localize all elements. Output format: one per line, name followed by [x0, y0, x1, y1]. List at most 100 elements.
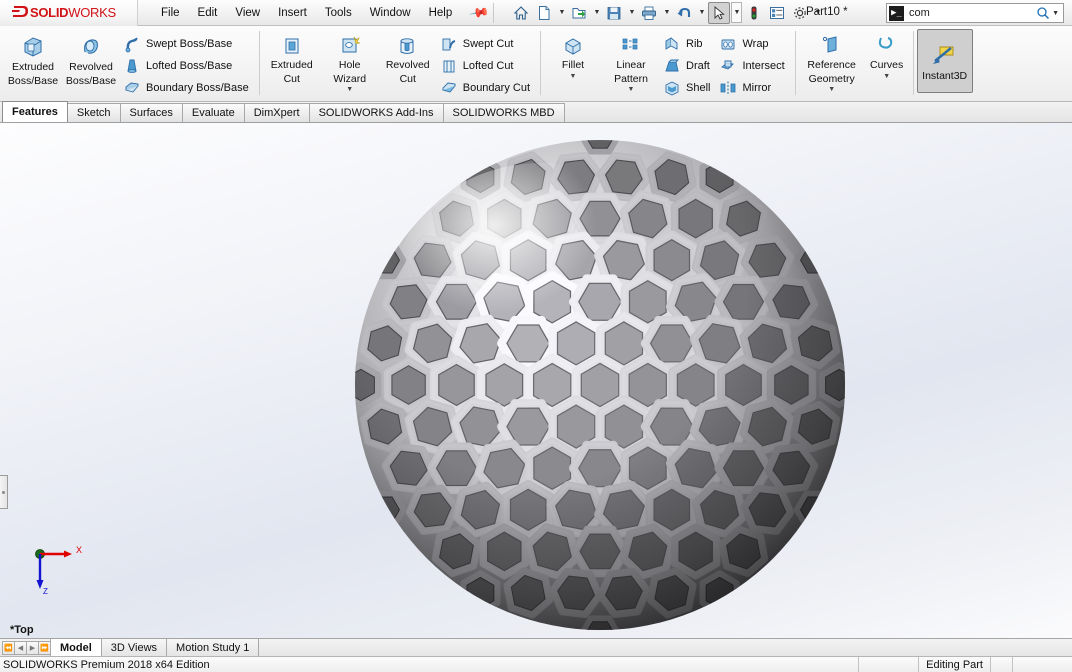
status-blank-2 [990, 656, 1012, 672]
rib-icon [665, 37, 678, 50]
shell-icon [665, 81, 679, 96]
menu-window[interactable]: Window [361, 3, 420, 23]
save-icon[interactable] [603, 2, 625, 24]
tab-evaluate[interactable]: Evaluate [181, 103, 245, 122]
undo-caret-icon[interactable]: ▼ [696, 2, 707, 24]
tab-nav-buttons: ⏪ ◀ ▶ ⏩ [0, 639, 51, 656]
new-document-icon[interactable] [533, 2, 555, 24]
status-editing-state: Editing Part [918, 656, 990, 672]
ds-logo-icon [12, 6, 28, 17]
lofted-boss-icon [127, 59, 137, 73]
feature-manager-collapse-handle[interactable] [0, 475, 8, 509]
lofted-cut-label: Lofted Cut [462, 60, 514, 72]
revolved-boss-base-button[interactable]: Revolved Boss/Base [62, 29, 120, 88]
menu-help[interactable]: Help [420, 3, 462, 23]
tab-dimxpert[interactable]: DimXpert [243, 103, 310, 122]
revolved-boss-label-2: Boss/Base [65, 74, 117, 87]
draft-button[interactable]: Draft [660, 55, 716, 77]
search-input[interactable]: com [909, 7, 1036, 19]
select-cursor-icon[interactable] [708, 1, 731, 24]
status-blank-1 [858, 656, 918, 672]
shell-button[interactable]: Shell [660, 77, 716, 99]
shell-label: Shell [686, 82, 711, 94]
revolved-cut-button[interactable]: Revolved Cut [379, 29, 437, 86]
bottom-tab-filler [258, 639, 1072, 656]
rib-button[interactable]: Rib [660, 33, 716, 55]
tab-solidworks-mbd[interactable]: SOLIDWORKS MBD [442, 103, 565, 122]
curves-button[interactable]: Curves ▼ [865, 29, 909, 81]
mirror-button[interactable]: Mirror [716, 77, 790, 99]
view-orientation-label: *Top [10, 624, 34, 636]
features-small-column-2: Wrap Intersect Mirror [716, 29, 790, 99]
extruded-cut-button[interactable]: Extruded Cut [263, 29, 321, 86]
instant3d-button[interactable]: Instant3D [916, 29, 973, 93]
bottom-tab-motion-study[interactable]: Motion Study 1 [166, 639, 260, 656]
search-caret-icon[interactable]: ▼ [1052, 10, 1061, 17]
reference-geometry-caret-icon[interactable]: ▼ [828, 86, 835, 93]
curves-icon [878, 37, 892, 49]
display-style-icon[interactable] [766, 2, 788, 24]
tab-features[interactable]: Features [2, 101, 68, 122]
toolbar-divider [493, 2, 495, 23]
pushpin-icon[interactable]: 📌 [468, 1, 491, 23]
extruded-boss-base-button[interactable]: Extruded Boss/Base [4, 29, 62, 88]
menu-edit[interactable]: Edit [189, 3, 227, 23]
revolved-cut-label-1: Revolved [385, 59, 430, 71]
intersect-label: Intersect [742, 60, 785, 72]
tab-surfaces[interactable]: Surfaces [119, 103, 183, 122]
swept-cut-button[interactable]: Swept Cut [437, 33, 536, 55]
menu-view[interactable]: View [226, 3, 269, 23]
extruded-cut-label-2: Cut [283, 72, 300, 85]
lofted-cut-button[interactable]: Lofted Cut [437, 55, 536, 77]
home-icon[interactable] [510, 2, 532, 24]
intersect-button[interactable]: Intersect [716, 55, 790, 77]
menu-file[interactable]: File [152, 3, 189, 23]
magnifier-icon[interactable] [1036, 6, 1050, 20]
linear-pattern-caret-icon[interactable]: ▼ [628, 86, 635, 93]
rebuild-icon[interactable] [743, 2, 765, 24]
tab-solidworks-addins[interactable]: SOLIDWORKS Add-Ins [308, 103, 444, 122]
logo-solid-text: SOLID [30, 5, 69, 20]
hole-wizard-caret-icon[interactable]: ▼ [346, 86, 353, 93]
curves-caret-icon[interactable]: ▼ [883, 73, 890, 80]
boundary-cut-button[interactable]: Boundary Cut [437, 77, 536, 99]
select-cursor-caret-icon[interactable]: ▼ [731, 2, 743, 23]
lofted-boss-base-button[interactable]: Lofted Boss/Base [120, 55, 255, 77]
fillet-icon [565, 38, 581, 55]
tab-sketch[interactable]: Sketch [66, 103, 121, 122]
linear-pattern-button[interactable]: Linear Pattern ▼ [602, 29, 660, 94]
swept-boss-base-button[interactable]: Swept Boss/Base [120, 33, 255, 55]
reference-geometry-button[interactable]: Reference Geometry ▼ [799, 29, 865, 94]
hole-wizard-button[interactable]: Hole Wizard ▼ [321, 29, 379, 94]
curves-label: Curves [870, 59, 904, 71]
hole-wizard-icon [342, 36, 360, 53]
intersect-icon [721, 60, 735, 70]
open-folder-icon[interactable] [568, 2, 590, 24]
menu-bar: File Edit View Insert Tools Window Help … [152, 1, 491, 23]
fillet-caret-icon[interactable]: ▼ [570, 73, 577, 80]
graphics-viewport[interactable]: X Z *Top [0, 123, 1072, 638]
undo-icon[interactable] [673, 2, 695, 24]
swept-cut-icon [442, 38, 456, 51]
menu-tools[interactable]: Tools [316, 3, 361, 23]
bottom-tab-3d-views[interactable]: 3D Views [100, 639, 168, 656]
save-caret-icon[interactable]: ▼ [626, 2, 637, 24]
new-document-caret-icon[interactable]: ▼ [556, 2, 567, 24]
print-caret-icon[interactable]: ▼ [661, 2, 672, 24]
fillet-button[interactable]: Fillet ▼ [544, 29, 602, 81]
wrap-button[interactable]: Wrap [716, 33, 790, 55]
reference-geometry-label-2: Geometry [808, 72, 855, 85]
orientation-triad: X Z [35, 545, 82, 596]
ribbon-group-boss-base: Extruded Boss/Base Revolved Boss/Base Sw… [0, 26, 259, 101]
print-icon[interactable] [638, 2, 660, 24]
model-hexagonal-lattice-sphere[interactable] [352, 123, 852, 638]
boundary-boss-base-button[interactable]: Boundary Boss/Base [120, 77, 255, 99]
bottom-tab-model[interactable]: Model [50, 639, 102, 656]
open-folder-caret-icon[interactable]: ▼ [591, 2, 602, 24]
command-search-box[interactable]: ▶_ com ▼ [886, 3, 1064, 23]
mirror-label: Mirror [742, 82, 772, 94]
instant3d-label: Instant3D [922, 70, 968, 83]
menu-insert[interactable]: Insert [269, 3, 316, 23]
draft-icon [665, 59, 680, 72]
hole-wizard-label-1: Hole [338, 59, 361, 71]
